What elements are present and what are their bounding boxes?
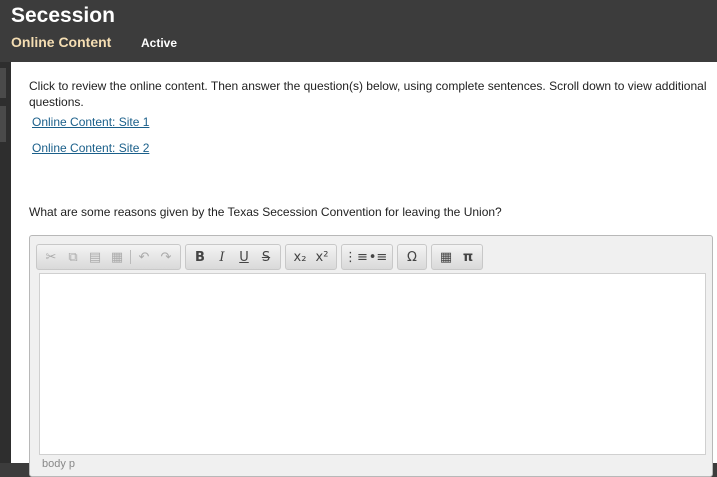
- format-group: B I U S: [185, 244, 281, 270]
- online-content-link-2[interactable]: Online Content: Site 2: [32, 141, 149, 155]
- toolbar-separator: [130, 250, 131, 264]
- element-path: body p: [42, 458, 76, 470]
- table-group: ▦ π: [431, 244, 483, 270]
- left-rail: [0, 62, 11, 463]
- bold-icon[interactable]: B: [189, 246, 211, 268]
- superscript-icon[interactable]: x²: [311, 246, 333, 268]
- insert-group: Ω: [397, 244, 427, 270]
- cut-icon[interactable]: ✂: [40, 246, 62, 268]
- undo-icon[interactable]: ↶: [133, 246, 155, 268]
- italic-icon[interactable]: I: [211, 246, 233, 268]
- script-group: x₂ x²: [285, 244, 337, 270]
- copy-icon[interactable]: ⧉: [62, 246, 84, 268]
- question-text: What are some reasons given by the Texas…: [29, 205, 502, 219]
- answer-textarea[interactable]: [39, 273, 706, 455]
- underline-icon[interactable]: U: [233, 246, 255, 268]
- clipboard-group: ✂ ⧉ ▤ ▦ ↶ ↷: [36, 244, 181, 270]
- section-title: Online Content: [11, 34, 112, 50]
- rail-tab[interactable]: [0, 106, 6, 142]
- table-icon[interactable]: ▦: [435, 246, 457, 268]
- page-title: Secession: [11, 4, 115, 27]
- instructions-text: Click to review the online content. Then…: [29, 79, 707, 109]
- list-group: ⋮≡ •≡: [341, 244, 393, 270]
- numbered-list-icon[interactable]: ⋮≡: [344, 246, 368, 268]
- online-content-link-1[interactable]: Online Content: Site 1: [32, 115, 149, 129]
- special-character-icon[interactable]: Ω: [401, 246, 423, 268]
- rich-text-editor: ✂ ⧉ ▤ ▦ ↶ ↷ B I U S x₂ x² ⋮≡ •≡ Ω ▦ π bo…: [29, 235, 713, 477]
- bulleted-list-icon[interactable]: •≡: [367, 246, 389, 268]
- rail-tab[interactable]: [0, 68, 6, 98]
- subscript-icon[interactable]: x₂: [289, 246, 311, 268]
- strikethrough-icon[interactable]: S: [255, 246, 277, 268]
- math-icon[interactable]: π: [457, 246, 479, 268]
- editor-toolbar: ✂ ⧉ ▤ ▦ ↶ ↷ B I U S x₂ x² ⋮≡ •≡ Ω ▦ π: [36, 244, 483, 270]
- redo-icon[interactable]: ↷: [155, 246, 177, 268]
- header: Secession Online Content Active: [0, 0, 717, 62]
- paste-icon[interactable]: ▤: [84, 246, 106, 268]
- paste-text-icon[interactable]: ▦: [106, 246, 128, 268]
- status-label: Active: [141, 36, 178, 50]
- main-content: Click to review the online content. Then…: [11, 62, 717, 477]
